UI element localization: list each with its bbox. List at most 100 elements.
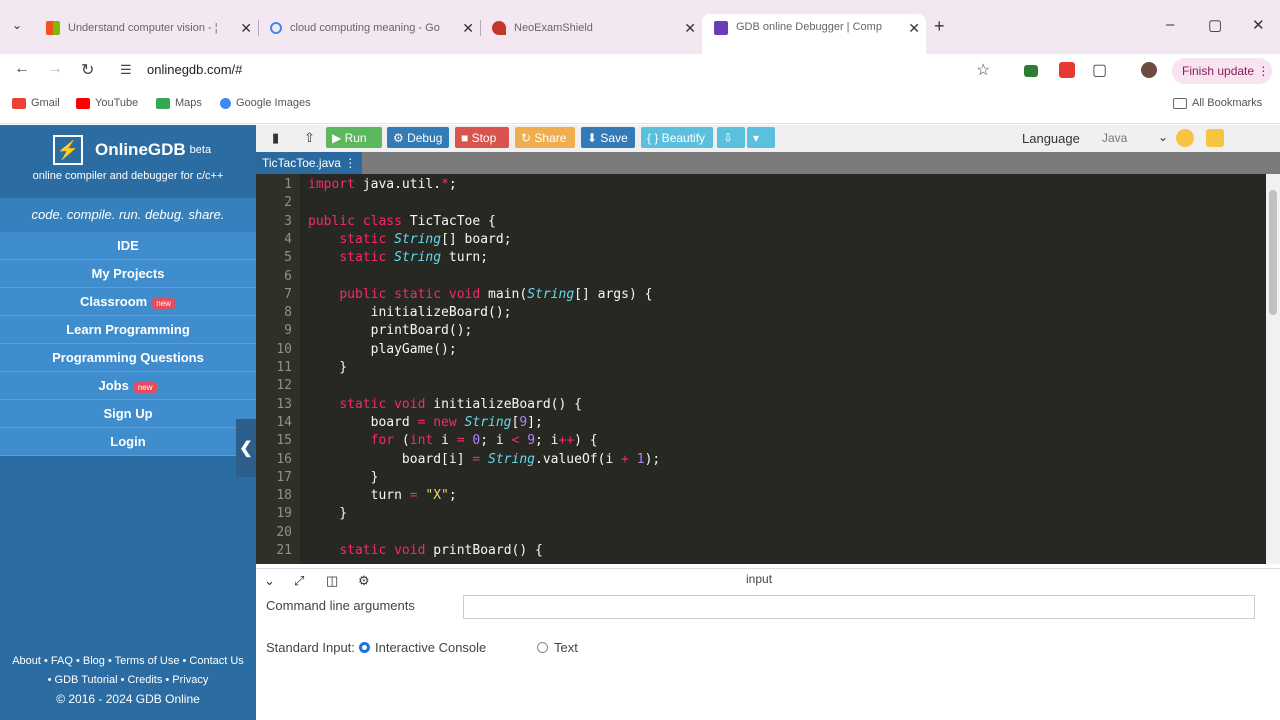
tab-search-dropdown-icon[interactable]: ⌄ xyxy=(12,18,22,32)
command-line-arguments-input[interactable] xyxy=(463,595,1255,619)
sidebar-item-sign-up[interactable]: Sign Up xyxy=(0,400,256,428)
close-window-button[interactable]: ✕ xyxy=(1252,16,1265,34)
sidebar-item-jobs[interactable]: Jobs new xyxy=(0,372,256,400)
google-favicon-icon xyxy=(270,22,282,34)
code-line[interactable]: 1 import java.util.*; xyxy=(256,177,1266,195)
sidebar-item-programming-questions[interactable]: Programming Questions xyxy=(0,344,256,372)
expand-panel-icon[interactable]: ⤢ xyxy=(294,573,304,589)
code-line[interactable]: 8 initializeBoard(); xyxy=(256,305,1266,323)
stop-button[interactable]: ■ Stop xyxy=(455,127,509,148)
language-select[interactable]: Java ⌄ xyxy=(1096,128,1170,148)
run-button[interactable]: ▶ Run xyxy=(326,127,382,148)
upload-project-icon[interactable]: ⇧ xyxy=(298,127,321,148)
browser-tab-cloud-computing[interactable]: cloud computing meaning - Go ✕ xyxy=(258,14,480,42)
sidebar-item-ide[interactable]: IDE xyxy=(0,232,256,260)
line-number: 21 xyxy=(276,543,292,558)
tagline: code. compile. run. debug. share. xyxy=(0,198,256,232)
new-tab-button[interactable]: + xyxy=(934,16,945,37)
close-tab-icon[interactable]: ✕ xyxy=(240,20,252,37)
download-icon[interactable]: ⇩ xyxy=(717,127,745,148)
minimize-button[interactable]: – xyxy=(1166,16,1174,33)
select-chevron-down-icon: ⌄ xyxy=(1157,130,1168,144)
code-line[interactable]: 6 xyxy=(256,269,1266,287)
code-line[interactable]: 16 board[i] = String.valueOf(i + 1); xyxy=(256,452,1266,470)
site-settings-icon[interactable]: ☰ xyxy=(120,62,132,78)
code-line[interactable]: 5 static String turn; xyxy=(256,250,1266,268)
footer-links[interactable]: About • FAQ • Blog • Terms of Use • Cont… xyxy=(0,655,256,667)
code-line[interactable]: 14 board = new String[9]; xyxy=(256,415,1266,433)
code-line[interactable]: 18 turn = "X"; xyxy=(256,488,1266,506)
browser-tab-gdb-online[interactable]: GDB online Debugger | Comp ✕ xyxy=(702,14,926,54)
finish-update-button[interactable]: Finish update ⋮ xyxy=(1172,58,1272,84)
code-line[interactable]: 19 } xyxy=(256,506,1266,524)
new-file-icon[interactable]: ▮ xyxy=(266,127,285,148)
gmail-icon xyxy=(12,97,26,109)
beautify-button[interactable]: { } Beautify xyxy=(641,127,713,148)
file-tab-tictactoe[interactable]: TicTacToe.java ⋮ xyxy=(256,152,363,174)
back-arrow-icon[interactable]: ← xyxy=(14,60,30,78)
editor-scrollbar[interactable] xyxy=(1266,174,1280,564)
footer-links-2[interactable]: • GDB Tutorial • Credits • Privacy xyxy=(0,674,256,686)
more-chevron-down-icon[interactable]: ▾ xyxy=(747,127,775,148)
close-tab-icon[interactable]: ✕ xyxy=(908,20,920,37)
sidebar-item-my-projects[interactable]: My Projects xyxy=(0,260,256,288)
browser-tab-neoexamshield[interactable]: NeoExamShield ✕ xyxy=(480,14,702,42)
text-option-label[interactable]: Text xyxy=(554,640,578,655)
scrollbar-thumb[interactable] xyxy=(1269,190,1277,315)
code-line[interactable]: 13 static void initializeBoard() { xyxy=(256,397,1266,415)
reload-icon[interactable]: ↻ xyxy=(81,60,94,80)
panel-settings-gear-icon[interactable]: ⚙ xyxy=(358,573,370,589)
share-button[interactable]: ↻ Share xyxy=(515,127,575,148)
debug-button[interactable]: ⚙ Debug xyxy=(387,127,449,148)
address-bar[interactable]: onlinegdb.com/# xyxy=(147,62,242,77)
sidebar-item-login[interactable]: Login xyxy=(0,428,256,456)
browser-tab-computer-vision[interactable]: Understand computer vision - ¦ ✕ xyxy=(34,14,258,42)
code-line[interactable]: 2 xyxy=(256,195,1266,213)
forward-arrow-icon[interactable]: → xyxy=(47,60,63,78)
code-line[interactable]: 17 } xyxy=(256,470,1266,488)
code-line[interactable]: 11 } xyxy=(256,360,1266,378)
all-bookmarks[interactable]: All Bookmarks xyxy=(1173,97,1262,109)
sheets-extension-icon[interactable] xyxy=(1024,65,1038,77)
code-line[interactable]: 10 playGame(); xyxy=(256,342,1266,360)
sidebar-item-learn-programming[interactable]: Learn Programming xyxy=(0,316,256,344)
code-editor[interactable]: 1 import java.util.*; 2 3 public class TicTa… xyxy=(256,174,1266,564)
code-line[interactable]: 7 public static void main(String[] args)… xyxy=(256,287,1266,305)
code-line[interactable]: 3 public class TicTacToe { xyxy=(256,214,1266,232)
code-line[interactable]: 4 static String[] board; xyxy=(256,232,1266,250)
sidebar-item-classroom[interactable]: Classroom new xyxy=(0,288,256,316)
bookmark-youtube[interactable]: YouTube xyxy=(76,97,138,109)
interactive-console-radio[interactable] xyxy=(359,642,370,653)
code-line[interactable]: 20 xyxy=(256,525,1266,543)
collapse-sidebar-chevron-icon[interactable]: ❮ xyxy=(236,419,256,477)
text-radio[interactable] xyxy=(537,642,548,653)
save-button[interactable]: ⬇ Save xyxy=(581,127,635,148)
restore-button[interactable]: ▢ xyxy=(1208,16,1222,34)
collapse-panel-chevron-icon[interactable]: ⌄ xyxy=(264,573,275,589)
line-number: 2 xyxy=(284,195,292,211)
close-tab-icon[interactable]: ✕ xyxy=(684,20,696,37)
onlinegdb-logo[interactable]: ⚡ OnlineGDB beta xyxy=(53,135,211,165)
line-number: 1 xyxy=(284,177,292,192)
code-line[interactable]: 21 static void printBoard() { xyxy=(256,543,1266,561)
bookmark-label: YouTube xyxy=(95,97,139,109)
close-tab-icon[interactable]: ✕ xyxy=(462,20,474,37)
bookmark-gmail[interactable]: Gmail xyxy=(12,97,60,109)
beta-label: beta xyxy=(189,144,212,156)
settings-gear-icon[interactable] xyxy=(1206,129,1224,147)
code-line[interactable]: 15 for (int i = 0; i < 9; i++) { xyxy=(256,433,1266,451)
code-line[interactable]: 9 printBoard(); xyxy=(256,323,1266,341)
extension-red-icon[interactable] xyxy=(1059,62,1075,78)
extensions-puzzle-icon[interactable]: ▢ xyxy=(1092,60,1107,80)
profile-avatar-icon[interactable] xyxy=(1141,62,1157,78)
bookmark-star-icon[interactable]: ☆ xyxy=(976,60,990,80)
bookmark-maps[interactable]: Maps xyxy=(156,97,202,109)
code-line[interactable]: 12 xyxy=(256,378,1266,396)
standard-input-label: Standard Input: xyxy=(266,640,355,655)
bookmark-google-images[interactable]: Google Images xyxy=(220,97,311,109)
menu-label: Jobs xyxy=(98,378,129,393)
theme-toggle-icon[interactable] xyxy=(1176,129,1194,147)
layout-toggle-icon[interactable]: ◫ xyxy=(326,573,338,589)
interactive-console-label[interactable]: Interactive Console xyxy=(375,640,486,655)
tab-title: cloud computing meaning - Go xyxy=(290,22,440,34)
